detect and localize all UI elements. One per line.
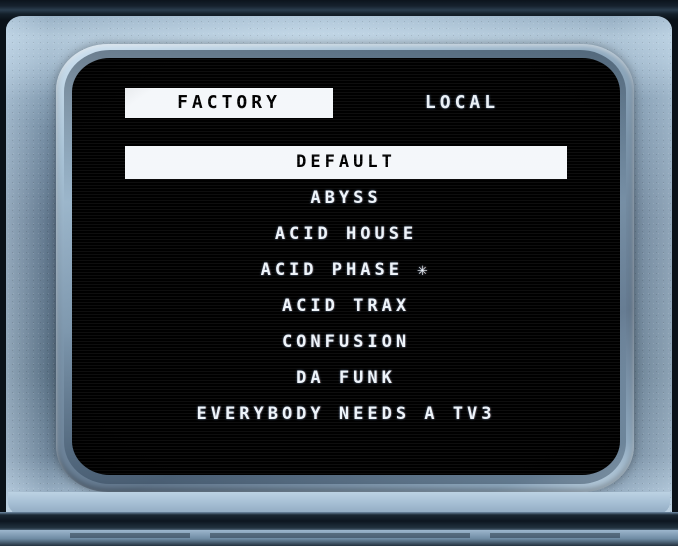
- tv-bottom-lip: [8, 492, 670, 514]
- tab-local[interactable]: LOCAL: [362, 88, 562, 118]
- tv-base-notch-left: [70, 533, 190, 538]
- preset-item-everybody-needs-a-tv3[interactable]: EVERYBODY NEEDS A TV3: [72, 398, 620, 431]
- preset-item-default[interactable]: DEFAULT: [125, 146, 567, 179]
- preset-item-da-funk[interactable]: DA FUNK: [72, 362, 620, 395]
- tv-base-notch-right: [490, 533, 620, 538]
- preset-list: DEFAULT ABYSS ACID HOUSE ACID PHASE ✳ AC…: [72, 146, 620, 434]
- crt-screen: FACTORY LOCAL DEFAULT ABYSS ACID HOUSE A…: [72, 58, 620, 475]
- crt-television: FACTORY LOCAL DEFAULT ABYSS ACID HOUSE A…: [0, 0, 678, 546]
- tab-bar: FACTORY LOCAL: [72, 88, 620, 118]
- preset-item-confusion[interactable]: CONFUSION: [72, 326, 620, 359]
- preset-item-abyss[interactable]: ABYSS: [72, 182, 620, 215]
- tv-bottom-dark-band: [0, 512, 678, 532]
- preset-item-acid-trax[interactable]: ACID TRAX: [72, 290, 620, 323]
- preset-item-acid-phase[interactable]: ACID PHASE ✳: [72, 254, 620, 287]
- screen-content: FACTORY LOCAL DEFAULT ABYSS ACID HOUSE A…: [72, 58, 620, 475]
- tab-factory[interactable]: FACTORY: [125, 88, 333, 118]
- preset-item-acid-house[interactable]: ACID HOUSE: [72, 218, 620, 251]
- tv-base-notch-center: [210, 533, 470, 538]
